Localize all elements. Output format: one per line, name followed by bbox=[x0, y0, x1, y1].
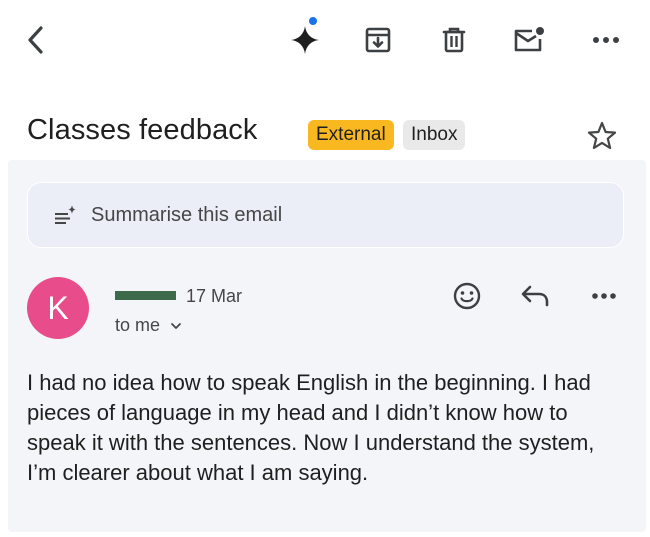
chevron-down-icon bbox=[171, 322, 181, 329]
sender-line: 17 Mar bbox=[115, 286, 242, 307]
email-subject: Classes feedback bbox=[27, 114, 258, 146]
reply-icon[interactable] bbox=[517, 278, 553, 314]
emoji-reaction-icon[interactable] bbox=[449, 278, 485, 314]
summarise-email-button[interactable]: Summarise this email bbox=[27, 182, 624, 248]
gemini-sparkle-icon[interactable] bbox=[287, 22, 323, 58]
archive-icon[interactable] bbox=[360, 22, 396, 58]
label-inbox[interactable]: Inbox bbox=[403, 120, 466, 150]
email-date: 17 Mar bbox=[186, 286, 243, 306]
toolbar bbox=[0, 0, 650, 90]
message-more-icon[interactable] bbox=[586, 278, 622, 314]
redacted-sender-name bbox=[115, 290, 176, 300]
email-body: I had no idea how to speak English in th… bbox=[27, 370, 595, 485]
recipient-label: to me bbox=[115, 315, 161, 335]
more-icon[interactable] bbox=[588, 22, 624, 58]
delete-icon[interactable] bbox=[436, 22, 472, 58]
avatar[interactable]: K bbox=[27, 277, 89, 339]
summarise-label: Summarise this email bbox=[91, 203, 283, 226]
recipient-details[interactable]: to me bbox=[115, 315, 182, 336]
back-arrow-icon[interactable] bbox=[18, 22, 54, 58]
star-icon[interactable] bbox=[584, 118, 620, 154]
label-external[interactable]: External bbox=[308, 120, 394, 150]
summarise-icon bbox=[53, 204, 77, 226]
mark-unread-icon[interactable] bbox=[511, 22, 547, 58]
subject-row: Classes feedback External Inbox bbox=[0, 112, 650, 156]
gemini-notification-dot bbox=[309, 17, 317, 25]
